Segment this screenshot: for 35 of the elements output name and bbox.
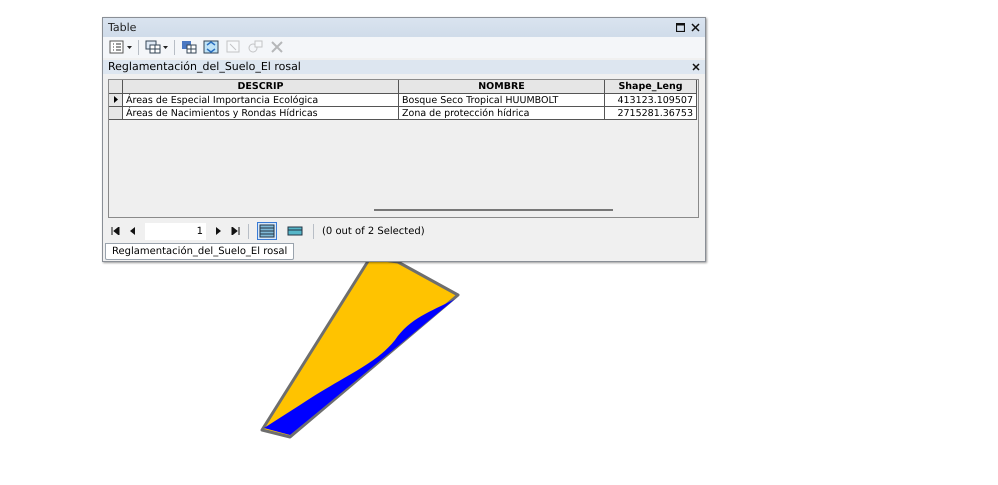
- next-record-icon[interactable]: [214, 227, 223, 236]
- table-select-icon[interactable]: [181, 40, 197, 54]
- row-selector[interactable]: [109, 106, 123, 120]
- column-header[interactable]: Shape_Leng: [605, 80, 697, 94]
- selected-records-icon: [287, 226, 303, 236]
- table-cell: Áreas de Especial Importancia Ecológica: [123, 94, 399, 107]
- table-cell: Zona de protección hídrica: [399, 106, 605, 120]
- record-number-field[interactable]: 1: [145, 222, 206, 240]
- previous-record-icon[interactable]: [128, 227, 137, 236]
- dropdown-caret-icon[interactable]: [163, 46, 168, 49]
- close-button[interactable]: [691, 22, 700, 32]
- table-name: Reglamentación_del_Suelo_El rosal: [108, 61, 301, 72]
- first-record-icon[interactable]: [111, 227, 120, 236]
- window-title: Table: [108, 22, 136, 33]
- related-tables-icon[interactable]: [145, 40, 161, 54]
- table-cell: Áreas de Nacimientos y Rondas Hídricas: [123, 106, 399, 120]
- maximize-button[interactable]: [676, 22, 685, 32]
- switch-selection-icon[interactable]: [203, 40, 219, 54]
- table-cell: Bosque Seco Tropical HUUMBOLT: [399, 94, 605, 107]
- current-row-icon: [114, 96, 118, 104]
- view-toggle-button[interactable]: [257, 222, 277, 240]
- column-header[interactable]: NOMBRE: [399, 80, 605, 94]
- close-button[interactable]: [692, 62, 700, 71]
- dropdown-caret-icon[interactable]: [127, 46, 132, 49]
- selection-status: (0 out of 2 Selected): [322, 226, 425, 237]
- all-records-icon: [259, 224, 275, 238]
- horizontal-scrollbar[interactable]: [374, 209, 613, 212]
- table-tab[interactable]: Reglamentación_del_Suelo_El rosal: [105, 243, 294, 260]
- list-options-icon[interactable]: [109, 40, 125, 54]
- view-toggle-button[interactable]: [285, 224, 305, 238]
- column-header[interactable]: DESCRIP: [123, 80, 399, 94]
- last-record-icon[interactable]: [231, 227, 240, 236]
- table-cell: 2715281.36753: [605, 106, 697, 120]
- table-cell: 413123.109507: [605, 94, 697, 107]
- row-selector[interactable]: [109, 94, 123, 107]
